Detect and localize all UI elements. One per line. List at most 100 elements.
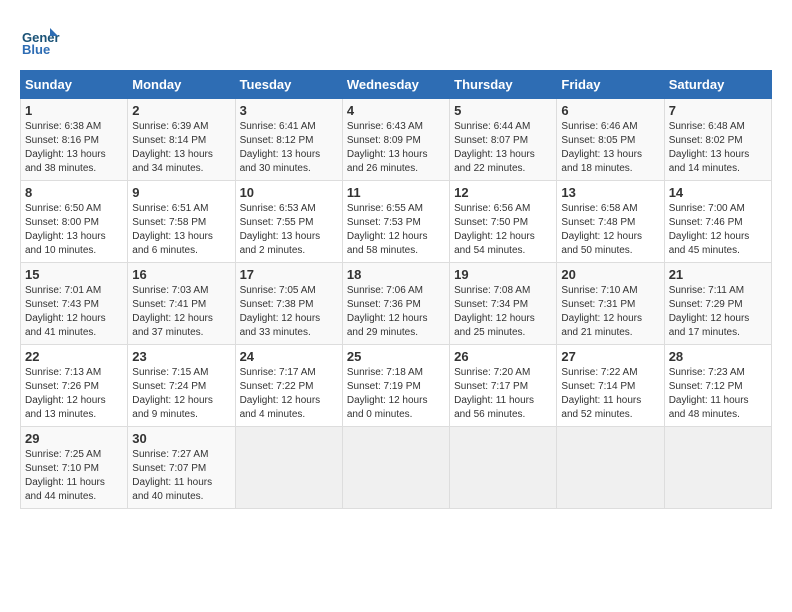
day-info: Sunrise: 7:06 AMSunset: 7:36 PMDaylight:… [347, 285, 428, 338]
day-info: Sunrise: 7:10 AMSunset: 7:31 PMDaylight:… [561, 285, 642, 338]
day-number: 21 [669, 267, 767, 282]
calendar-cell: 11 Sunrise: 6:55 AMSunset: 7:53 PMDaylig… [342, 181, 449, 263]
day-info: Sunrise: 6:38 AMSunset: 8:16 PMDaylight:… [25, 121, 106, 174]
header-day-friday: Friday [557, 71, 664, 99]
calendar-cell: 22 Sunrise: 7:13 AMSunset: 7:26 PMDaylig… [21, 345, 128, 427]
day-number: 11 [347, 185, 445, 200]
header-day-tuesday: Tuesday [235, 71, 342, 99]
day-number: 19 [454, 267, 552, 282]
calendar-cell [664, 427, 771, 509]
header: General Blue [20, 20, 772, 60]
day-number: 7 [669, 103, 767, 118]
calendar-cell [557, 427, 664, 509]
day-number: 13 [561, 185, 659, 200]
day-info: Sunrise: 7:11 AMSunset: 7:29 PMDaylight:… [669, 285, 750, 338]
calendar-cell: 14 Sunrise: 7:00 AMSunset: 7:46 PMDaylig… [664, 181, 771, 263]
day-number: 17 [240, 267, 338, 282]
day-number: 16 [132, 267, 230, 282]
header-day-wednesday: Wednesday [342, 71, 449, 99]
calendar-cell: 25 Sunrise: 7:18 AMSunset: 7:19 PMDaylig… [342, 345, 449, 427]
day-number: 26 [454, 349, 552, 364]
day-number: 30 [132, 431, 230, 446]
day-info: Sunrise: 6:41 AMSunset: 8:12 PMDaylight:… [240, 121, 321, 174]
calendar-cell: 19 Sunrise: 7:08 AMSunset: 7:34 PMDaylig… [450, 263, 557, 345]
day-info: Sunrise: 6:51 AMSunset: 7:58 PMDaylight:… [132, 203, 213, 256]
calendar-cell: 23 Sunrise: 7:15 AMSunset: 7:24 PMDaylig… [128, 345, 235, 427]
day-info: Sunrise: 6:39 AMSunset: 8:14 PMDaylight:… [132, 121, 213, 174]
calendar-cell: 6 Sunrise: 6:46 AMSunset: 8:05 PMDayligh… [557, 99, 664, 181]
calendar-cell: 12 Sunrise: 6:56 AMSunset: 7:50 PMDaylig… [450, 181, 557, 263]
svg-text:Blue: Blue [22, 42, 50, 57]
day-number: 12 [454, 185, 552, 200]
day-number: 20 [561, 267, 659, 282]
day-info: Sunrise: 7:01 AMSunset: 7:43 PMDaylight:… [25, 285, 106, 338]
day-info: Sunrise: 7:03 AMSunset: 7:41 PMDaylight:… [132, 285, 213, 338]
calendar-cell: 7 Sunrise: 6:48 AMSunset: 8:02 PMDayligh… [664, 99, 771, 181]
day-info: Sunrise: 7:00 AMSunset: 7:46 PMDaylight:… [669, 203, 750, 256]
header-day-sunday: Sunday [21, 71, 128, 99]
calendar-header-row: SundayMondayTuesdayWednesdayThursdayFrid… [21, 71, 772, 99]
calendar-cell: 24 Sunrise: 7:17 AMSunset: 7:22 PMDaylig… [235, 345, 342, 427]
calendar-cell: 28 Sunrise: 7:23 AMSunset: 7:12 PMDaylig… [664, 345, 771, 427]
day-info: Sunrise: 7:27 AMSunset: 7:07 PMDaylight:… [132, 449, 212, 502]
day-info: Sunrise: 6:48 AMSunset: 8:02 PMDaylight:… [669, 121, 750, 174]
day-number: 14 [669, 185, 767, 200]
header-day-saturday: Saturday [664, 71, 771, 99]
header-day-thursday: Thursday [450, 71, 557, 99]
day-number: 18 [347, 267, 445, 282]
calendar-cell: 9 Sunrise: 6:51 AMSunset: 7:58 PMDayligh… [128, 181, 235, 263]
calendar-week-row: 8 Sunrise: 6:50 AMSunset: 8:00 PMDayligh… [21, 181, 772, 263]
day-number: 22 [25, 349, 123, 364]
calendar-week-row: 22 Sunrise: 7:13 AMSunset: 7:26 PMDaylig… [21, 345, 772, 427]
calendar-cell: 13 Sunrise: 6:58 AMSunset: 7:48 PMDaylig… [557, 181, 664, 263]
logo-icon: General Blue [20, 20, 60, 60]
day-info: Sunrise: 7:13 AMSunset: 7:26 PMDaylight:… [25, 367, 106, 420]
day-info: Sunrise: 6:43 AMSunset: 8:09 PMDaylight:… [347, 121, 428, 174]
calendar-cell: 26 Sunrise: 7:20 AMSunset: 7:17 PMDaylig… [450, 345, 557, 427]
day-number: 28 [669, 349, 767, 364]
day-number: 1 [25, 103, 123, 118]
day-info: Sunrise: 7:25 AMSunset: 7:10 PMDaylight:… [25, 449, 105, 502]
calendar-cell: 16 Sunrise: 7:03 AMSunset: 7:41 PMDaylig… [128, 263, 235, 345]
day-number: 9 [132, 185, 230, 200]
day-info: Sunrise: 7:17 AMSunset: 7:22 PMDaylight:… [240, 367, 321, 420]
day-info: Sunrise: 7:08 AMSunset: 7:34 PMDaylight:… [454, 285, 535, 338]
calendar-cell: 29 Sunrise: 7:25 AMSunset: 7:10 PMDaylig… [21, 427, 128, 509]
day-number: 27 [561, 349, 659, 364]
day-number: 4 [347, 103, 445, 118]
calendar-cell [235, 427, 342, 509]
day-info: Sunrise: 6:53 AMSunset: 7:55 PMDaylight:… [240, 203, 321, 256]
day-info: Sunrise: 6:56 AMSunset: 7:50 PMDaylight:… [454, 203, 535, 256]
calendar-cell: 18 Sunrise: 7:06 AMSunset: 7:36 PMDaylig… [342, 263, 449, 345]
day-info: Sunrise: 6:50 AMSunset: 8:00 PMDaylight:… [25, 203, 106, 256]
day-info: Sunrise: 7:22 AMSunset: 7:14 PMDaylight:… [561, 367, 641, 420]
calendar-cell: 2 Sunrise: 6:39 AMSunset: 8:14 PMDayligh… [128, 99, 235, 181]
day-info: Sunrise: 6:55 AMSunset: 7:53 PMDaylight:… [347, 203, 428, 256]
calendar-cell: 21 Sunrise: 7:11 AMSunset: 7:29 PMDaylig… [664, 263, 771, 345]
calendar-cell: 30 Sunrise: 7:27 AMSunset: 7:07 PMDaylig… [128, 427, 235, 509]
day-number: 24 [240, 349, 338, 364]
day-number: 29 [25, 431, 123, 446]
calendar-cell: 5 Sunrise: 6:44 AMSunset: 8:07 PMDayligh… [450, 99, 557, 181]
calendar-week-row: 15 Sunrise: 7:01 AMSunset: 7:43 PMDaylig… [21, 263, 772, 345]
calendar-cell: 1 Sunrise: 6:38 AMSunset: 8:16 PMDayligh… [21, 99, 128, 181]
day-number: 15 [25, 267, 123, 282]
day-info: Sunrise: 7:05 AMSunset: 7:38 PMDaylight:… [240, 285, 321, 338]
day-info: Sunrise: 6:46 AMSunset: 8:05 PMDaylight:… [561, 121, 642, 174]
calendar-cell: 17 Sunrise: 7:05 AMSunset: 7:38 PMDaylig… [235, 263, 342, 345]
calendar-table: SundayMondayTuesdayWednesdayThursdayFrid… [20, 70, 772, 509]
calendar-cell: 15 Sunrise: 7:01 AMSunset: 7:43 PMDaylig… [21, 263, 128, 345]
calendar-cell [450, 427, 557, 509]
day-number: 10 [240, 185, 338, 200]
calendar-cell: 4 Sunrise: 6:43 AMSunset: 8:09 PMDayligh… [342, 99, 449, 181]
calendar-cell: 8 Sunrise: 6:50 AMSunset: 8:00 PMDayligh… [21, 181, 128, 263]
day-number: 6 [561, 103, 659, 118]
day-number: 5 [454, 103, 552, 118]
calendar-cell: 27 Sunrise: 7:22 AMSunset: 7:14 PMDaylig… [557, 345, 664, 427]
day-info: Sunrise: 6:58 AMSunset: 7:48 PMDaylight:… [561, 203, 642, 256]
day-number: 3 [240, 103, 338, 118]
day-number: 2 [132, 103, 230, 118]
day-number: 25 [347, 349, 445, 364]
day-number: 23 [132, 349, 230, 364]
header-day-monday: Monday [128, 71, 235, 99]
